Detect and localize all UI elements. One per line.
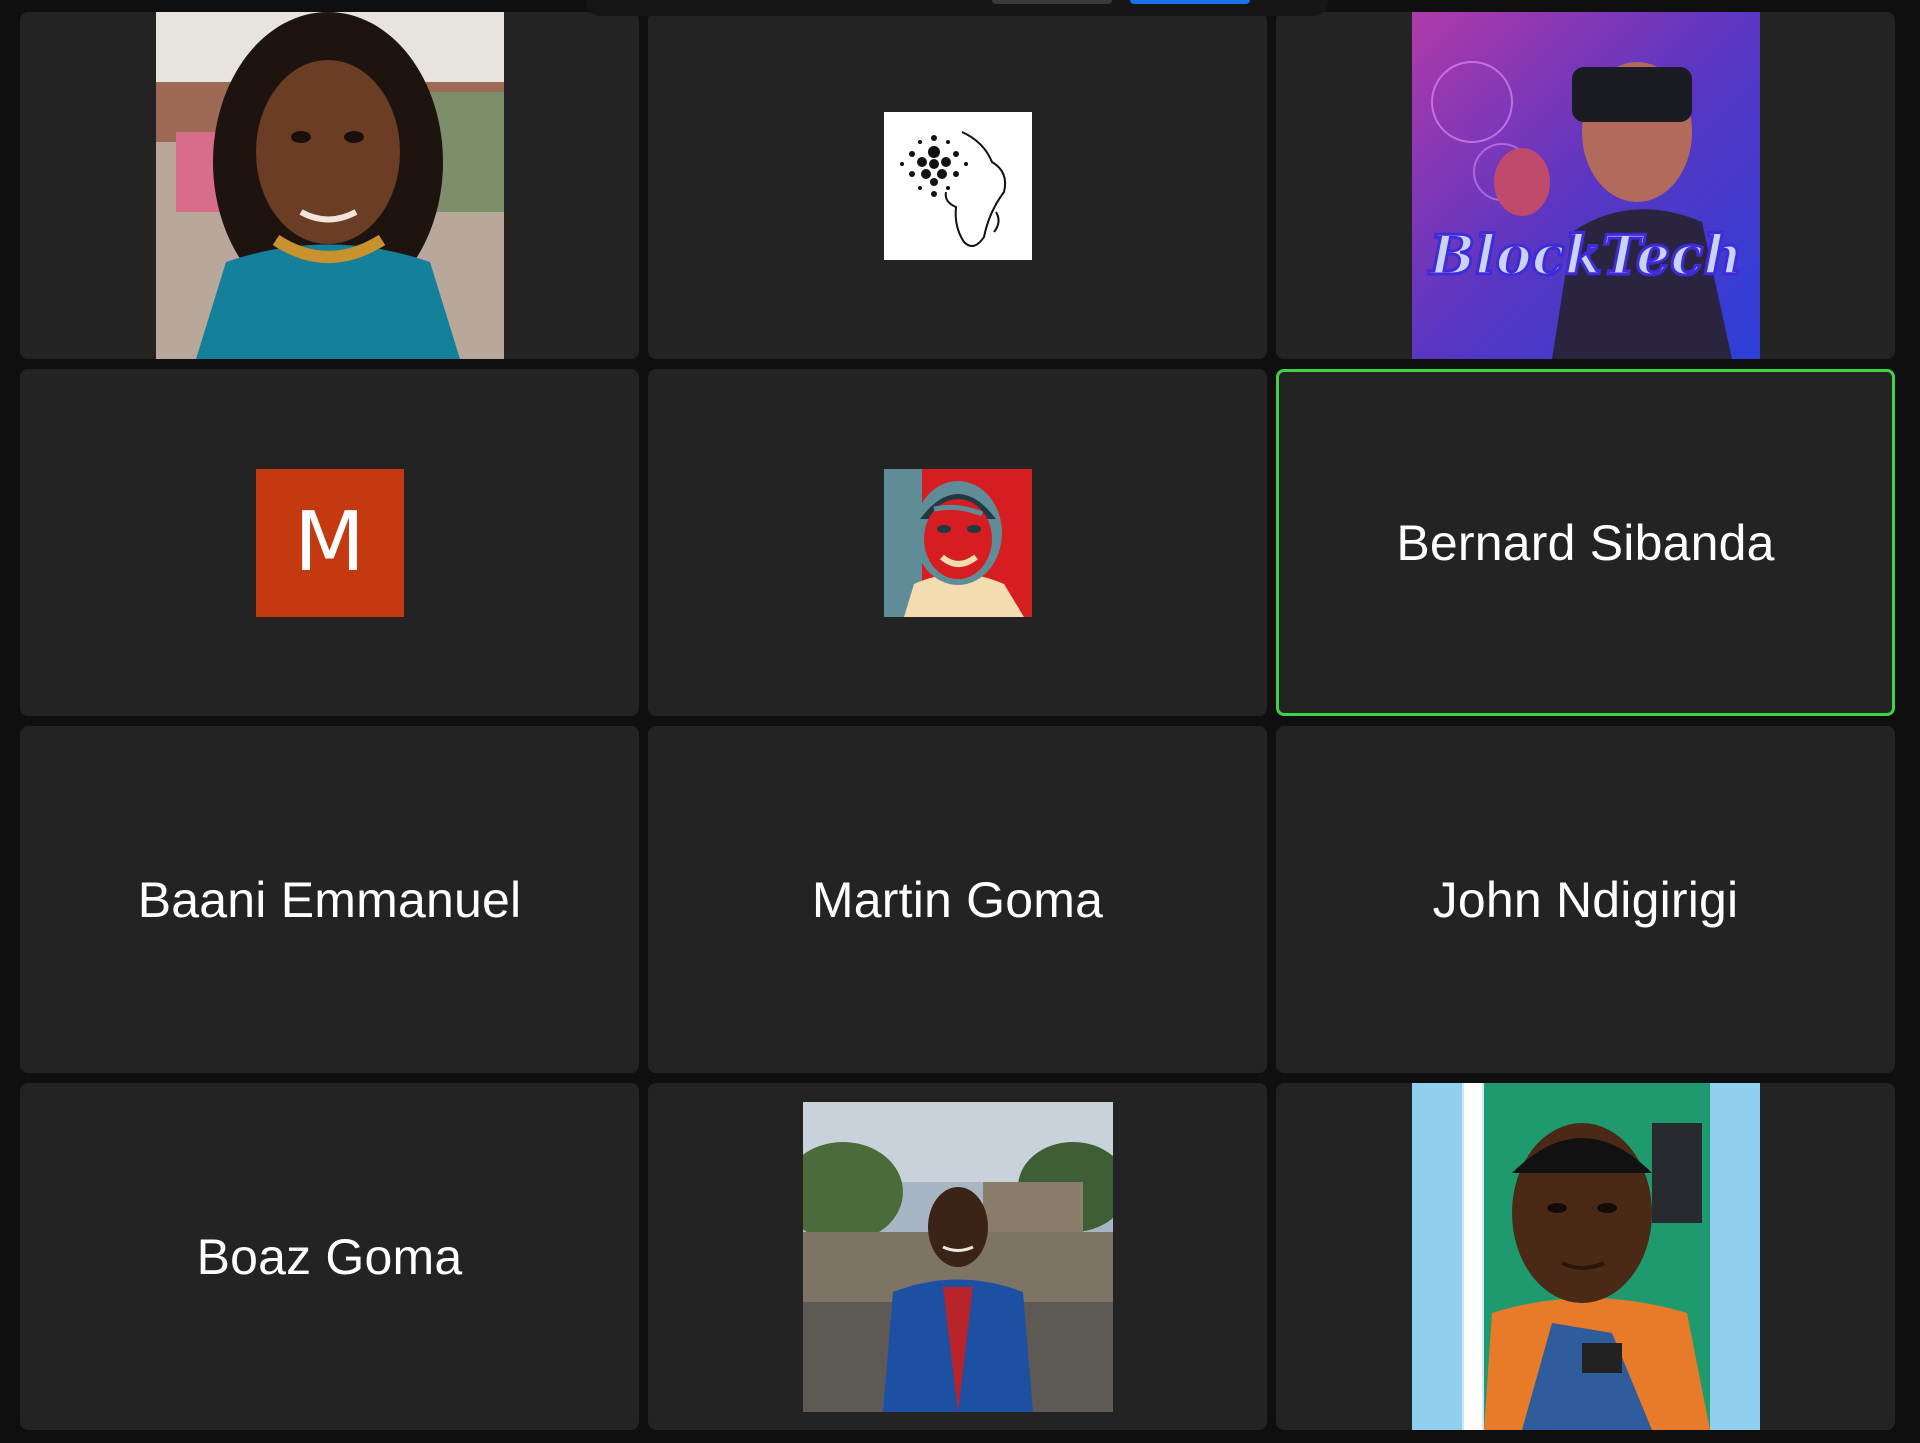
participant-name: Bernard Sibanda: [1396, 514, 1775, 571]
meeting-top-toolbar: [586, 0, 1328, 16]
toolbar-button[interactable]: [992, 0, 1112, 4]
participant-name: Baani Emmanuel: [137, 871, 522, 928]
participant-photo-man-blue-suit: [802, 1101, 1113, 1412]
participant-poster-portrait: [883, 468, 1032, 617]
participant-tile[interactable]: BlockTech: [1276, 12, 1895, 359]
participant-tile[interactable]: Martin Goma: [648, 726, 1267, 1073]
participant-tile[interactable]: [648, 369, 1267, 716]
participant-photo-man-orange-shirt: [1411, 1083, 1760, 1430]
blocktech-overlay-text: BlockTech: [1427, 223, 1742, 287]
participant-tile[interactable]: [648, 1083, 1267, 1430]
participant-tile-active-speaker[interactable]: Bernard Sibanda: [1276, 369, 1895, 716]
participant-photo-blocktech-vr: BlockTech: [1411, 12, 1760, 359]
participant-name: Martin Goma: [811, 871, 1104, 928]
participant-tile[interactable]: [20, 12, 639, 359]
participant-tile[interactable]: M: [20, 369, 639, 716]
toolbar-primary-button[interactable]: [1130, 0, 1250, 4]
participant-tile[interactable]: [648, 12, 1267, 359]
participant-gallery-grid: BlockTech M Bernard Sibanda Baani Emmanu…: [20, 12, 1896, 1432]
participant-tile[interactable]: [1276, 1083, 1895, 1430]
participant-name: John Ndigirigi: [1432, 871, 1739, 928]
participant-tile[interactable]: Baani Emmanuel: [20, 726, 639, 1073]
participant-name: Boaz Goma: [196, 1228, 463, 1285]
participant-logo-cardano-africa: [883, 111, 1032, 260]
participant-tile[interactable]: John Ndigirigi: [1276, 726, 1895, 1073]
participant-tile[interactable]: Boaz Goma: [20, 1083, 639, 1430]
avatar-letter: M: [294, 495, 365, 590]
participant-photo-woman-braids: [155, 12, 504, 359]
participant-avatar-letter: M: [255, 468, 404, 617]
